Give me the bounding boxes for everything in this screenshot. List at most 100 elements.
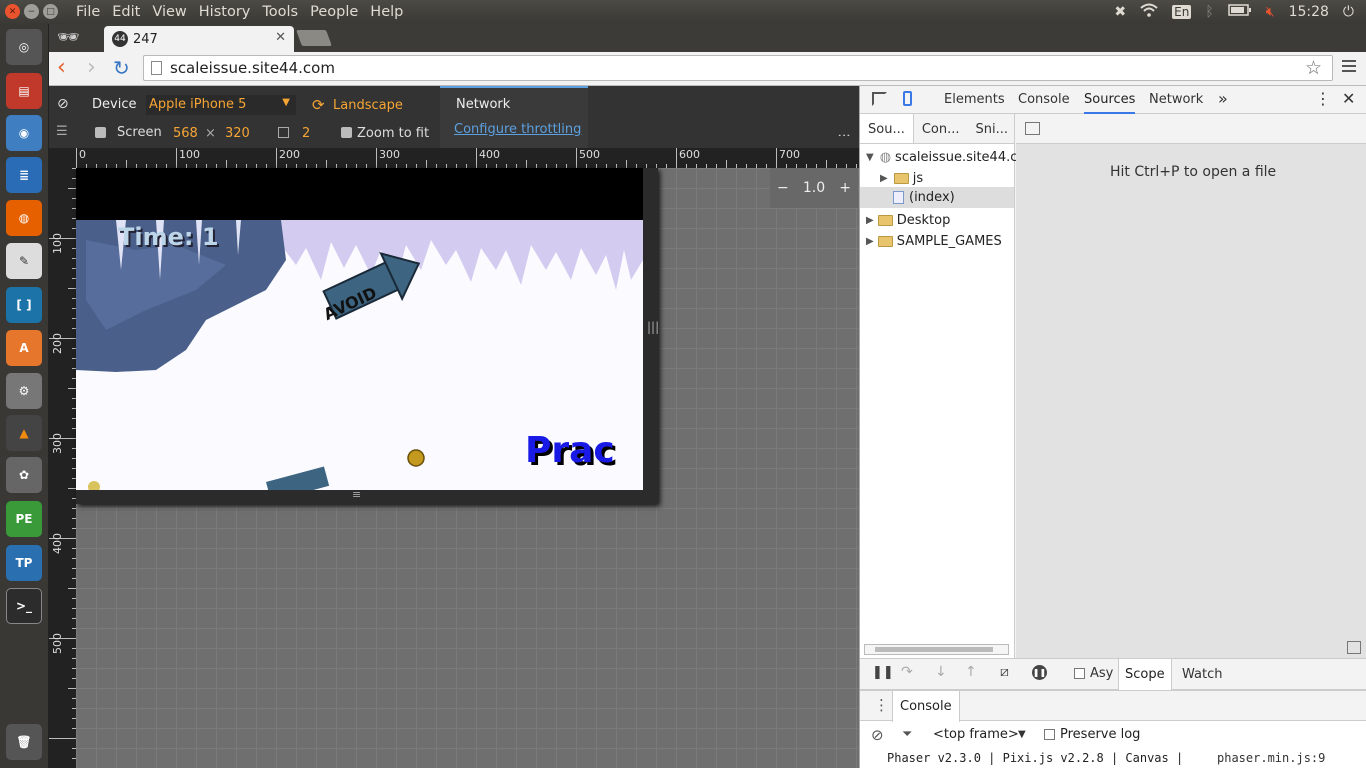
forward-icon[interactable]: ›: [87, 57, 96, 79]
vlc-icon[interactable]: ▲: [6, 415, 42, 451]
preserve-log-checkbox[interactable]: [1044, 729, 1055, 740]
tab-sources[interactable]: Sources: [1084, 92, 1136, 114]
menu-file[interactable]: File: [70, 0, 106, 24]
tab-scope[interactable]: Scope: [1118, 659, 1172, 690]
tab-elements[interactable]: Elements: [944, 92, 1005, 107]
device-label: Device: [92, 97, 137, 112]
drawer-menu-icon[interactable]: ⋮: [874, 696, 889, 714]
deactivate-breakpoints-icon[interactable]: ⧄: [1000, 664, 1009, 680]
zoom-in-button[interactable]: +: [839, 180, 851, 196]
step-into-icon[interactable]: ↓: [935, 664, 947, 680]
more-options-icon[interactable]: ⋮: [836, 129, 851, 142]
drawer-tab-console[interactable]: Console: [892, 691, 960, 722]
text-editor-icon[interactable]: ✎: [6, 243, 42, 279]
disable-emulation-icon[interactable]: ⊘: [57, 96, 69, 112]
device-mode-icon[interactable]: [903, 91, 912, 106]
bluetooth-icon[interactable]: ᛒ: [1205, 4, 1213, 20]
menu-people[interactable]: People: [304, 0, 364, 24]
reload-icon[interactable]: ↻: [113, 57, 130, 79]
tab-console[interactable]: Console: [1018, 92, 1070, 107]
address-bar[interactable]: scaleissue.site44.com ☆: [143, 55, 1333, 81]
rotate-icon[interactable]: ⟳: [312, 96, 325, 114]
device-select[interactable]: Apple iPhone 5 ▼: [146, 95, 296, 115]
keyboard-layout-indicator[interactable]: En: [1172, 5, 1192, 19]
zoom-out-button[interactable]: −: [777, 180, 789, 196]
configure-throttling-link[interactable]: Configure throttling: [454, 122, 581, 137]
toggle-navigator-icon[interactable]: [1025, 122, 1040, 135]
window-close-button[interactable]: ✕: [5, 4, 20, 19]
tab-network[interactable]: Network: [1149, 92, 1203, 107]
filter-icon[interactable]: ⏷: [902, 727, 912, 742]
nav-tab-content-scripts[interactable]: Con...: [914, 114, 968, 143]
chrome-menu-icon[interactable]: [1342, 60, 1356, 74]
screen-width-input[interactable]: 568: [173, 126, 198, 141]
texture-packer-icon[interactable]: TP: [6, 545, 42, 581]
window-minimize-button[interactable]: −: [24, 4, 39, 19]
chromium-icon[interactable]: ◉: [6, 115, 42, 151]
tree-item-domain[interactable]: ▼ ◍ scaleissue.site44.co: [866, 150, 1025, 165]
wifi-icon[interactable]: [1140, 3, 1158, 21]
tree-item-js[interactable]: ▶ js: [880, 171, 923, 186]
tab-close-icon[interactable]: ✕: [275, 30, 286, 45]
async-checkbox[interactable]: [1074, 668, 1085, 679]
clock[interactable]: 15:28: [1289, 4, 1329, 20]
new-tab-button[interactable]: [296, 30, 332, 46]
window-maximize-button[interactable]: □: [43, 4, 58, 19]
tab-watch[interactable]: Watch: [1182, 667, 1222, 682]
console-message-source[interactable]: phaser.min.js:9: [1217, 751, 1325, 765]
pixel-ratio-icon: [278, 127, 289, 138]
frame-select[interactable]: <top frame>: [933, 727, 1019, 742]
orientation-label[interactable]: Landscape: [333, 98, 403, 113]
pause-icon[interactable]: ❚❚: [872, 665, 894, 680]
more-tabs-icon[interactable]: »: [1218, 89, 1228, 108]
devtools-menu-icon[interactable]: ⋮: [1315, 89, 1331, 108]
step-over-icon[interactable]: ↷: [901, 664, 913, 680]
gimp-icon[interactable]: ✿: [6, 457, 42, 493]
screen-checkbox[interactable]: [95, 127, 106, 138]
tree-item-sample-games[interactable]: ▶ SAMPLE_GAMES: [866, 234, 1002, 249]
back-icon[interactable]: ‹: [57, 57, 66, 79]
nav-tab-sources[interactable]: Sou...: [860, 114, 914, 143]
toggle-debugger-icon[interactable]: [1347, 641, 1361, 654]
menu-history[interactable]: History: [193, 0, 257, 24]
brackets-icon[interactable]: [ ]: [6, 287, 42, 323]
firefox-icon[interactable]: ◍: [6, 200, 42, 236]
power-icon[interactable]: ⏻: [1343, 4, 1354, 20]
files-icon[interactable]: ▤: [6, 73, 42, 109]
inspect-icon[interactable]: [872, 92, 887, 106]
bookmark-star-icon[interactable]: ☆: [1305, 57, 1322, 79]
menu-help[interactable]: Help: [364, 0, 409, 24]
volume-muted-icon[interactable]: 🔇︎: [1266, 4, 1275, 20]
pause-on-exceptions-icon[interactable]: ❚❚: [1032, 665, 1047, 680]
navigator-scrollbar[interactable]: [864, 644, 1009, 655]
devtools-close-icon[interactable]: ✕: [1342, 89, 1355, 108]
tree-item-index[interactable]: (index): [860, 187, 1014, 208]
height-resize-handle[interactable]: ≡: [352, 488, 361, 501]
settings-icon[interactable]: ⚙: [6, 373, 42, 409]
browser-tab[interactable]: 44 247 ✕: [104, 26, 294, 52]
terminal-icon[interactable]: >_: [6, 588, 42, 624]
writer-icon[interactable]: ≣: [6, 157, 42, 193]
battery-icon[interactable]: [1227, 4, 1252, 20]
trash-icon[interactable]: 🗑︎: [6, 724, 42, 760]
pixel-ratio-input[interactable]: 2: [302, 126, 310, 141]
tree-item-desktop[interactable]: ▶ Desktop: [866, 213, 950, 228]
width-resize-handle[interactable]: |||: [647, 320, 659, 334]
network-section: Network Configure throttling: [440, 86, 588, 148]
menu-tools[interactable]: Tools: [256, 0, 304, 24]
step-out-icon[interactable]: ↑: [965, 664, 977, 680]
ubuntu-dash-icon[interactable]: ◎: [6, 29, 42, 65]
software-center-icon[interactable]: A: [6, 330, 42, 366]
media-queries-icon[interactable]: ☰: [56, 124, 68, 139]
game-canvas[interactable]: Time: 1 AVOID Prac: [76, 168, 643, 490]
menu-view[interactable]: View: [146, 0, 192, 24]
browser-window: 🕶︎ 44 247 ✕ ‹ › ↻ scaleissue.site44.com …: [49, 24, 1366, 768]
zoom-to-fit-checkbox[interactable]: [341, 127, 352, 138]
screen-height-input[interactable]: 320: [225, 126, 250, 141]
menu-edit[interactable]: Edit: [106, 0, 146, 24]
dropbox-icon[interactable]: ✖: [1114, 4, 1126, 20]
clear-console-icon[interactable]: ⊘: [871, 726, 884, 744]
frame-select-arrow-icon[interactable]: ▼: [1018, 729, 1026, 740]
physics-editor-icon[interactable]: PE: [6, 501, 42, 537]
nav-tab-snippets[interactable]: Sni...: [968, 114, 1017, 143]
